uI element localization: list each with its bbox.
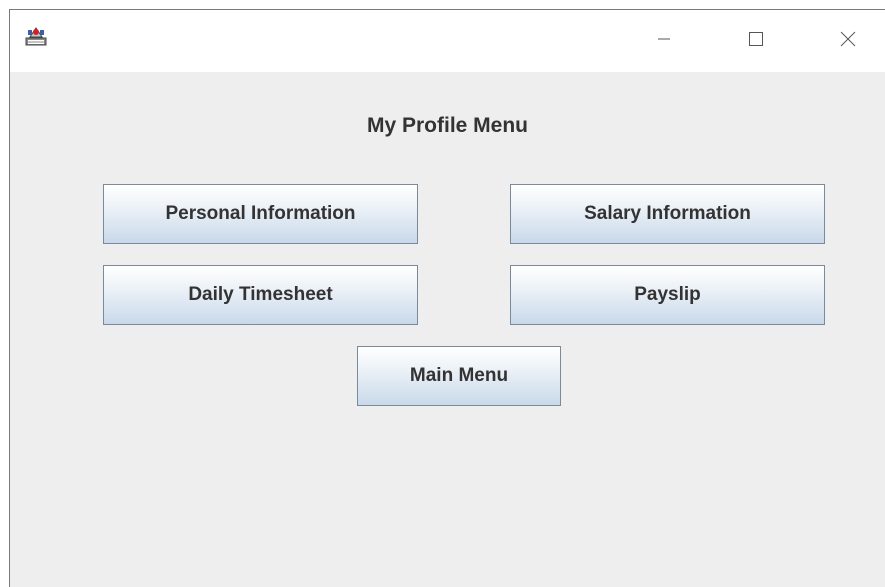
title-bar[interactable]	[10, 10, 885, 72]
content-panel: My Profile Menu Personal Information Sal…	[10, 72, 885, 587]
app-window: My Profile Menu Personal Information Sal…	[9, 9, 885, 587]
java-app-icon[interactable]	[25, 24, 47, 46]
minimize-icon	[656, 31, 672, 52]
payslip-button[interactable]: Payslip	[510, 265, 825, 325]
page-title: My Profile Menu	[366, 114, 529, 137]
close-icon	[838, 29, 858, 54]
main-menu-button[interactable]: Main Menu	[357, 346, 561, 406]
maximize-icon	[747, 30, 765, 53]
maximize-button[interactable]	[733, 10, 779, 72]
close-button[interactable]	[825, 10, 871, 72]
salary-information-button[interactable]: Salary Information	[510, 184, 825, 244]
daily-timesheet-button[interactable]: Daily Timesheet	[103, 265, 418, 325]
minimize-button[interactable]	[641, 10, 687, 72]
personal-information-button[interactable]: Personal Information	[103, 184, 418, 244]
